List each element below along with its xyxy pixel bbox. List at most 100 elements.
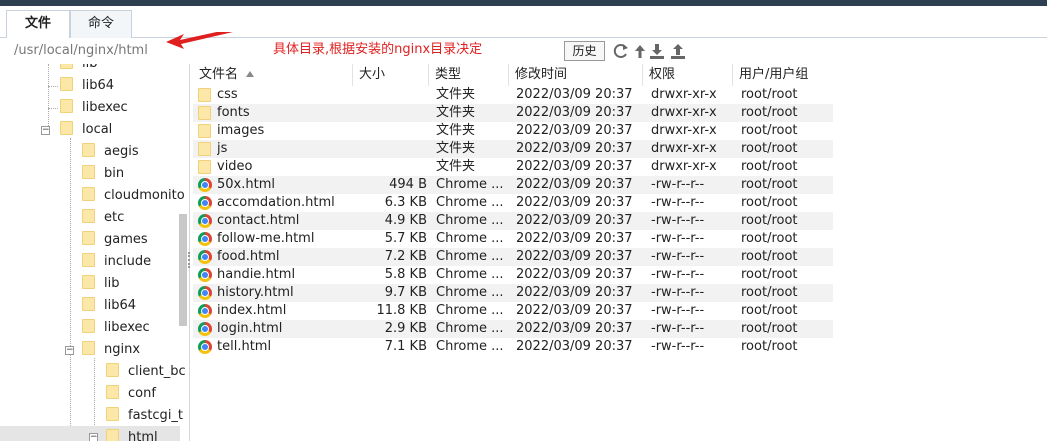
file-type: Chrome ... xyxy=(436,285,504,300)
file-permissions: -rw-r--r-- xyxy=(651,213,705,228)
refresh-icon[interactable] xyxy=(613,42,629,60)
tree-item-label: local xyxy=(82,122,113,137)
file-size: 5.7 KB xyxy=(384,231,427,246)
tree-item-label: libexec xyxy=(82,100,128,115)
column-header-size[interactable]: 大小 xyxy=(353,64,429,86)
tree-item[interactable]: etc xyxy=(82,207,124,229)
file-name: fonts xyxy=(217,105,250,120)
chrome-icon xyxy=(198,196,212,210)
table-row[interactable]: handie.html 5.8 KB Chrome ... 2022/03/09 20… xyxy=(193,266,833,284)
file-owner: root/root xyxy=(741,249,798,264)
chrome-icon xyxy=(198,178,212,192)
tree-item[interactable]: include xyxy=(82,251,151,273)
table-row[interactable]: accomdation.html 6.3 KB Chrome ... 2022/03/… xyxy=(193,194,833,212)
file-name: index.html xyxy=(217,303,287,318)
tree-item[interactable]: games xyxy=(82,229,148,251)
path-input[interactable]: /usr/local/nginx/html xyxy=(14,43,148,58)
file-modified-time: 2022/03/09 20:37 xyxy=(516,195,633,210)
folder-icon xyxy=(198,88,211,102)
table-row[interactable]: js 文件夹 2022/03/09 20:37 drwxr-xr-x root/root xyxy=(193,140,833,158)
tree-item[interactable]: lib64 xyxy=(60,75,114,97)
file-type: Chrome ... xyxy=(436,339,504,354)
file-permissions: -rw-r--r-- xyxy=(651,285,705,300)
history-button[interactable]: 历史 xyxy=(564,41,605,61)
file-size xyxy=(353,104,427,122)
upload-icon[interactable] xyxy=(670,42,686,60)
table-row[interactable]: login.html 2.9 KB Chrome ... 2022/03/09 20:… xyxy=(193,320,833,338)
folder-icon xyxy=(82,341,95,355)
tree-item[interactable]: local xyxy=(60,119,112,141)
tree-item-selected[interactable]: html xyxy=(106,427,158,441)
file-modified-time: 2022/03/09 20:37 xyxy=(516,105,633,120)
file-owner: root/root xyxy=(741,123,798,138)
column-header-permissions[interactable]: 权限 xyxy=(643,64,733,86)
column-header-type[interactable]: 类型 xyxy=(429,64,509,86)
tree-item[interactable]: lib64 xyxy=(82,295,136,317)
file-size: 7.1 KB xyxy=(384,339,427,354)
column-header-owner[interactable]: 用户/用户组 xyxy=(733,64,843,86)
tab-commands[interactable]: 命令 xyxy=(70,10,132,38)
download-icon[interactable] xyxy=(649,42,665,60)
folder-icon xyxy=(82,231,95,245)
file-size xyxy=(353,122,427,140)
table-row[interactable]: fonts 文件夹 2022/03/09 20:37 drwxr-xr-x root/r… xyxy=(193,104,833,122)
column-header-name[interactable]: 文件名 xyxy=(193,64,353,86)
folder-icon xyxy=(106,363,119,377)
splitter-handle[interactable] xyxy=(188,252,191,268)
file-owner: root/root xyxy=(741,303,798,318)
file-list[interactable]: 文件名 大小 类型 修改时间 权限 用户/用户组 css 文件夹 2022/03/0… xyxy=(193,64,1047,441)
file-modified-time: 2022/03/09 20:37 xyxy=(516,87,633,102)
table-row[interactable]: 50x.html 494 B Chrome ... 2022/03/09 20:37 -… xyxy=(193,176,833,194)
tree-item[interactable]: conf xyxy=(106,383,156,405)
tree-item[interactable]: lib xyxy=(60,64,97,75)
file-owner: root/root xyxy=(741,177,798,192)
file-name: video xyxy=(217,159,253,174)
table-row[interactable]: contact.html 4.9 KB Chrome ... 2022/03/09 2… xyxy=(193,212,833,230)
file-size: 2.9 KB xyxy=(384,321,427,336)
collapse-icon[interactable]: − xyxy=(65,346,74,355)
table-row[interactable]: video 文件夹 2022/03/09 20:37 drwxr-xr-x root/r… xyxy=(193,158,833,176)
file-modified-time: 2022/03/09 20:37 xyxy=(516,159,633,174)
file-owner: root/root xyxy=(741,105,798,120)
tree-item[interactable]: nginx xyxy=(82,339,140,361)
tree-item[interactable]: bin xyxy=(82,163,124,185)
file-size: 6.3 KB xyxy=(384,195,427,210)
file-name: contact.html xyxy=(217,213,300,228)
tree-line xyxy=(48,86,58,87)
table-row[interactable]: css 文件夹 2022/03/09 20:37 drwxr-xr-x root/roo… xyxy=(193,86,833,104)
file-permissions: drwxr-xr-x xyxy=(651,87,717,102)
file-type: Chrome ... xyxy=(436,303,504,318)
collapse-icon[interactable]: − xyxy=(41,126,50,135)
tree-item[interactable]: libexec xyxy=(60,97,128,119)
tree-item-label: games xyxy=(104,232,148,247)
file-name: images xyxy=(217,123,265,138)
chrome-icon xyxy=(198,250,212,264)
tree-item-label: cloudmonito xyxy=(104,188,185,203)
file-type: Chrome ... xyxy=(436,267,504,282)
directory-tree[interactable]: lib lib64 libexec − local aegis bin clou… xyxy=(0,64,190,441)
column-header-modified[interactable]: 修改时间 xyxy=(509,64,643,86)
tab-files[interactable]: 文件 xyxy=(6,10,70,39)
table-row[interactable]: images 文件夹 2022/03/09 20:37 drwxr-xr-x root/… xyxy=(193,122,833,140)
folder-icon xyxy=(60,64,73,69)
tree-item[interactable]: fastcgi_t xyxy=(106,405,183,427)
tree-item[interactable]: client_bc xyxy=(106,361,186,383)
table-row[interactable]: tell.html 7.1 KB Chrome ... 2022/03/09 20:3… xyxy=(193,338,833,356)
file-permissions: -rw-r--r-- xyxy=(651,231,705,246)
table-row[interactable]: index.html 11.8 KB Chrome ... 2022/03/09 20… xyxy=(193,302,833,320)
table-row[interactable]: food.html 7.2 KB Chrome ... 2022/03/09 20:3… xyxy=(193,248,833,266)
file-name: accomdation.html xyxy=(217,195,335,210)
tree-item[interactable]: aegis xyxy=(82,141,139,163)
tree-item[interactable]: libexec xyxy=(82,317,150,339)
collapse-icon[interactable]: − xyxy=(89,433,98,441)
tree-item[interactable]: lib xyxy=(82,273,119,295)
tree-line xyxy=(70,138,71,428)
file-modified-time: 2022/03/09 20:37 xyxy=(516,321,633,336)
up-icon[interactable] xyxy=(632,42,648,60)
table-row[interactable]: follow-me.html 5.7 KB Chrome ... 2022/03/09… xyxy=(193,230,833,248)
path-bar: /usr/local/nginx/html 具体目录,根据安装的nginx目录决… xyxy=(0,32,1047,64)
tree-scrollbar[interactable] xyxy=(179,214,187,326)
file-name: js xyxy=(217,141,228,156)
tree-item[interactable]: cloudmonito xyxy=(82,185,185,207)
table-row[interactable]: history.html 9.7 KB Chrome ... 2022/03/09 2… xyxy=(193,284,833,302)
